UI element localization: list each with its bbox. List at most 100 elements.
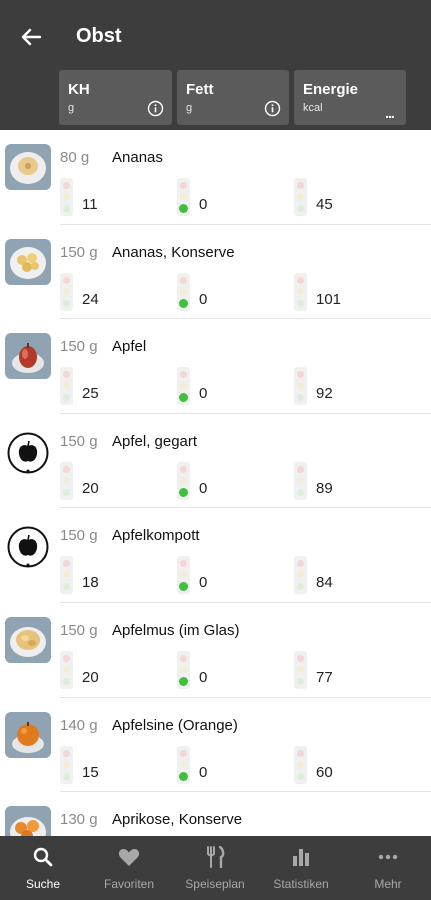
app-bar: Obst KH g Fett g Energie kcal ... <box>0 0 431 130</box>
energie-value: 84 <box>316 574 333 592</box>
column-name: Energie <box>303 81 359 98</box>
amount: 80 g <box>60 149 90 166</box>
food-name: Apfel, gegart <box>112 432 198 450</box>
food-name: Ananas <box>112 149 163 166</box>
traffic-light-fett <box>177 367 190 406</box>
nav-favorites[interactable]: Favoriten <box>86 836 172 900</box>
fett-value: 0 <box>199 479 208 497</box>
pineapple-photo <box>5 144 51 190</box>
traffic-light-kh <box>60 651 73 689</box>
traffic-light-energie <box>294 367 307 406</box>
energie-value: 45 <box>316 196 333 213</box>
energie-value: 77 <box>316 669 333 686</box>
column-header-energie[interactable]: Energie kcal ... <box>294 70 406 125</box>
traffic-light-kh <box>60 367 73 406</box>
nav-label: Favoriten <box>103 877 155 891</box>
traffic-light-kh <box>60 745 73 784</box>
traffic-light-energie <box>294 556 307 595</box>
canned-pineapple-photo <box>5 238 51 285</box>
amount: 150 g <box>60 338 98 356</box>
info-icon[interactable] <box>147 100 164 117</box>
kh-value: 20 <box>82 479 99 497</box>
column-name: Fett <box>186 81 214 98</box>
traffic-light-fett <box>177 745 190 784</box>
traffic-light-kh <box>60 461 73 500</box>
orange-photo <box>5 711 51 758</box>
traffic-light-kh <box>60 178 73 216</box>
list-item[interactable]: 140 g Apfelsine (Orange) 15 0 60 <box>0 698 431 793</box>
amount: 150 g <box>60 527 98 545</box>
food-name: Apfel <box>112 338 147 356</box>
kh-value: 25 <box>82 385 99 403</box>
nav-statistics[interactable]: Statistiken <box>258 836 344 900</box>
canned-apricot-photo <box>5 806 51 836</box>
list-item[interactable]: 150 g Apfelkompott 18 0 84 <box>0 508 431 603</box>
traffic-light-fett <box>177 178 190 216</box>
list-item[interactable]: 130 g Aprikose, Konserve <box>0 792 431 836</box>
info-icon[interactable] <box>264 100 281 117</box>
bottom-navigation: Suche Favoriten Speiseplan Statistiken M… <box>0 836 431 900</box>
back-button[interactable] <box>14 22 48 52</box>
apple-icon <box>6 431 50 475</box>
kh-value: 24 <box>82 290 99 308</box>
list-item[interactable]: 80 g Ananas 11 0 45 <box>0 130 431 225</box>
amount: 130 g <box>60 811 98 829</box>
arrow-left-icon <box>21 28 41 46</box>
fett-value: 0 <box>199 669 208 686</box>
list-item[interactable]: 150 g Apfel 25 0 92 <box>0 319 431 414</box>
traffic-light-energie <box>294 651 307 689</box>
page-title: Obst <box>76 25 122 47</box>
column-unit: kcal <box>303 102 323 114</box>
column-unit: g <box>68 102 75 114</box>
more-horizontal-icon <box>345 846 431 868</box>
nav-label: Mehr <box>374 877 402 891</box>
amount: 150 g <box>60 243 98 261</box>
kh-value: 18 <box>82 574 99 592</box>
energie-value: 92 <box>316 385 333 403</box>
traffic-light-energie <box>294 745 307 784</box>
nav-search[interactable]: Suche <box>0 836 86 900</box>
kh-value: 20 <box>82 669 99 686</box>
column-header-fett[interactable]: Fett g <box>177 70 289 125</box>
traffic-light-fett <box>177 651 190 689</box>
amount: 150 g <box>60 432 98 450</box>
more-horizontal-icon[interactable]: ... <box>381 104 398 121</box>
traffic-light-energie <box>294 461 307 500</box>
energie-value: 101 <box>316 290 342 308</box>
apple-photo <box>5 333 51 380</box>
kh-value: 11 <box>82 196 98 213</box>
traffic-light-fett <box>177 556 190 595</box>
traffic-light-energie <box>294 178 307 216</box>
column-unit: g <box>186 102 193 114</box>
fett-value: 0 <box>199 385 208 403</box>
nav-more[interactable]: Mehr <box>345 836 431 900</box>
traffic-light-fett <box>177 461 190 500</box>
bar-chart-icon <box>258 846 344 868</box>
food-list[interactable]: 80 g Ananas 11 0 45 150 g Ananas, Konser… <box>0 130 431 836</box>
fett-value: 0 <box>199 290 208 308</box>
traffic-light-kh <box>60 272 73 311</box>
list-item[interactable]: 150 g Apfel, gegart 20 0 89 <box>0 414 431 509</box>
column-header-kh[interactable]: KH g <box>59 70 172 125</box>
fett-value: 0 <box>199 574 208 592</box>
nav-meal-plan[interactable]: Speiseplan <box>172 836 258 900</box>
nav-label: Statistiken <box>273 877 329 891</box>
nav-label: Speiseplan <box>185 877 245 891</box>
amount: 150 g <box>60 622 98 639</box>
kh-value: 15 <box>82 763 99 781</box>
food-name: Aprikose, Konserve <box>112 811 243 829</box>
nav-label: Suche <box>25 877 61 891</box>
amount: 140 g <box>60 716 98 734</box>
food-name: Ananas, Konserve <box>112 243 235 261</box>
list-item[interactable]: 150 g Ananas, Konserve 24 0 101 <box>0 225 431 320</box>
energie-value: 60 <box>316 763 333 781</box>
fork-knife-icon <box>172 846 258 868</box>
food-name: Apfelmus (im Glas) <box>112 622 240 639</box>
food-name: Apfelkompott <box>112 527 200 545</box>
apple-icon <box>6 525 50 569</box>
search-icon <box>0 846 86 868</box>
list-item[interactable]: 150 g Apfelmus (im Glas) 20 0 77 <box>0 603 431 698</box>
traffic-light-energie <box>294 272 307 311</box>
fett-value: 0 <box>199 196 208 213</box>
column-name: KH <box>68 81 90 98</box>
